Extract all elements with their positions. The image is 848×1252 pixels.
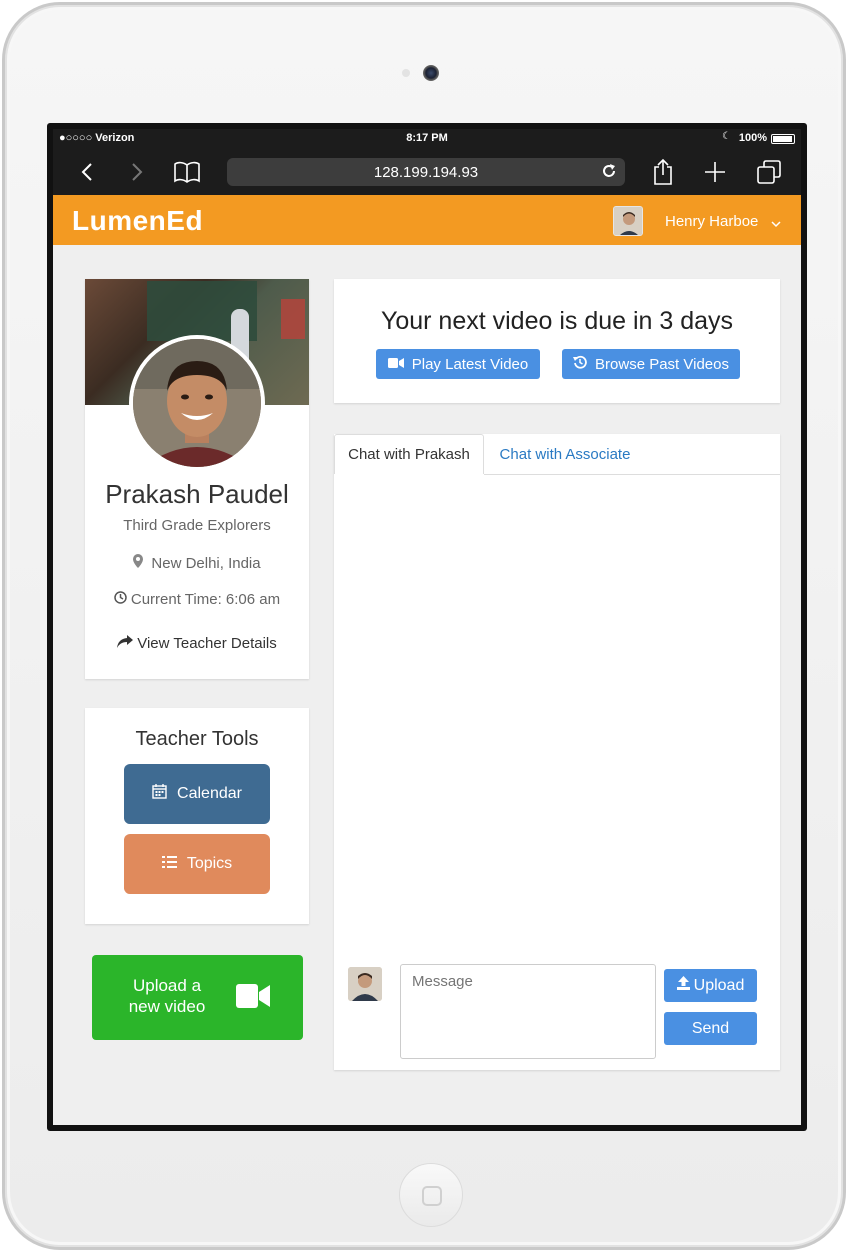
calendar-label: Calendar [177,785,242,802]
reload-icon[interactable] [601,163,617,183]
location-text: New Delhi, India [151,554,261,572]
teacher-name: Prakash Paudel [105,479,289,509]
teacher-local-time: Current Time: 6:06 am [85,591,309,608]
user-menu[interactable]: Henry Harboe [665,213,758,230]
bookmarks-icon[interactable] [169,155,205,189]
app-logo[interactable]: LumenEd [72,205,203,237]
battery-percent: 100% [738,132,767,144]
tabs-icon[interactable] [751,155,787,189]
browse-past-videos-label: Browse Past Videos [595,355,729,373]
teacher-photo [129,335,265,471]
browser-toolbar: 128.199.194.93 [53,149,801,195]
upload-label: Upload [693,976,745,994]
screen: ●○○○○ Verizon 8:17 PM ☾ 100% 128.199.194… [47,123,807,1131]
status-bar: ●○○○○ Verizon 8:17 PM ☾ 100% [53,129,801,149]
history-icon [573,355,587,373]
video-camera-icon [236,983,270,1014]
current-time-text: Current Time: 6:06 am [130,591,281,608]
send-button[interactable]: Send [664,1012,757,1045]
url-text: 128.199.194.93 [373,163,479,181]
new-tab-icon[interactable] [697,155,733,189]
message-input[interactable] [400,964,656,1059]
topics-button[interactable]: Topics [124,834,270,894]
play-latest-video-label: Play Latest Video [411,355,529,373]
upload-new-video-label: Upload a new video [128,976,206,1016]
tab-chat-with-prakash[interactable]: Chat with Prakash [334,434,484,474]
view-teacher-details-label: View Teacher Details [137,635,277,652]
teacher-tools-card: Teacher Tools Calendar Topics [85,708,309,924]
share-arrow-icon [117,635,134,652]
home-icon [422,1186,442,1206]
home-button[interactable] [399,1163,463,1227]
avatar [348,967,382,1001]
clock-icon [114,591,127,608]
back-icon[interactable] [69,155,105,189]
upload-new-video-button[interactable]: Upload a new video [92,955,303,1040]
class-name: Third Grade Explorers [123,517,271,534]
video-camera-icon [387,356,404,373]
video-due-message: Your next video is due in 3 days [380,307,734,335]
forward-icon[interactable] [119,155,155,189]
calendar-icon [152,784,167,804]
view-teacher-details-link[interactable]: View Teacher Details [85,635,309,652]
upload-button[interactable]: Upload [664,969,757,1002]
app-navbar: LumenEd Henry Harboe [53,195,801,245]
tab-chat-with-associate[interactable]: Chat with Associate [484,434,646,474]
browse-past-videos-button[interactable]: Browse Past Videos [562,349,740,379]
do-not-disturb-icon: ☾ [722,131,731,142]
battery-icon [771,134,795,144]
teacher-profile-card: Prakash Paudel Third Grade Explorers New… [85,279,309,679]
light-sensor [402,69,410,77]
front-camera [423,65,439,81]
chat-panel: Chat with Prakash Chat with Associate Up… [334,434,780,1070]
address-bar[interactable]: 128.199.194.93 [227,158,625,186]
play-latest-video-button[interactable]: Play Latest Video [376,349,540,379]
upload-icon [676,976,690,995]
next-video-due-card: Your next video is due in 3 days Play La… [334,279,780,403]
chevron-down-icon[interactable] [771,215,781,233]
teacher-tools-title: Teacher Tools [135,728,259,750]
calendar-button[interactable]: Calendar [124,764,270,824]
topics-label: Topics [186,855,233,872]
tab-divider [484,474,780,475]
screen-content: ●○○○○ Verizon 8:17 PM ☾ 100% 128.199.194… [53,129,801,1125]
map-marker-icon [133,554,144,572]
teacher-location: New Delhi, India [85,554,309,572]
share-icon[interactable] [645,155,681,189]
user-avatar[interactable] [613,206,643,236]
list-icon [161,855,177,873]
clock: 8:17 PM [406,132,448,144]
